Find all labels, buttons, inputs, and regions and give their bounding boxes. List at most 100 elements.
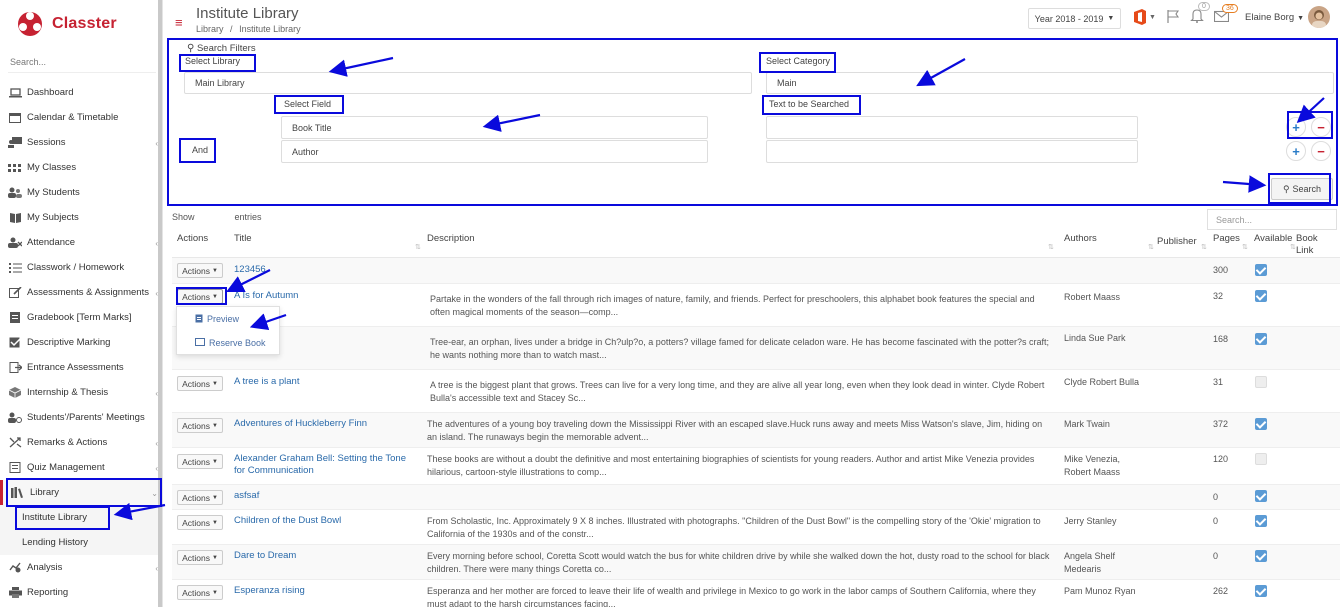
search-text-input-2[interactable] bbox=[766, 140, 1138, 163]
sort-icon[interactable]: ⇅ bbox=[1048, 243, 1054, 251]
sidebar-item-reporting[interactable]: Reporting bbox=[0, 580, 158, 605]
row-available-checkbox bbox=[1255, 585, 1267, 597]
actions-label: Actions bbox=[182, 378, 210, 389]
sidebar-item-my-students[interactable]: My Students bbox=[0, 180, 158, 205]
classes-icon bbox=[8, 162, 22, 173]
sidebar-item-label: Descriptive Marking bbox=[27, 337, 111, 348]
sidebar-item-analysis[interactable]: Analysis ‹ bbox=[0, 555, 158, 580]
col-pages[interactable]: Pages bbox=[1213, 233, 1240, 245]
row-title-link[interactable]: Esperanza rising bbox=[234, 585, 419, 597]
select-category-input[interactable]: Main bbox=[766, 72, 1334, 94]
sidebar-item-assessments[interactable]: Assessments & Assignments ‹ bbox=[0, 280, 158, 305]
row-actions-button[interactable]: Actions ▼ bbox=[177, 550, 223, 565]
mail-icon[interactable]: 36 bbox=[1213, 3, 1238, 25]
dropdown-item-reserve-book[interactable]: Reserve Book bbox=[177, 331, 279, 355]
year-select[interactable]: Year 2018 - 2019 ▼ bbox=[1028, 8, 1121, 29]
avatar[interactable] bbox=[1308, 6, 1330, 28]
row-actions-button[interactable]: Actions ▼ bbox=[177, 454, 223, 469]
laptop-icon bbox=[8, 87, 22, 98]
sidebar-item-label: Assessments & Assignments bbox=[27, 287, 149, 298]
flag-icon[interactable] bbox=[1166, 9, 1180, 26]
table-header: Actions Title ⇅ Description ⇅ Authors ⇅ … bbox=[172, 230, 1340, 258]
sidebar-item-remarks[interactable]: Remarks & Actions ‹ bbox=[0, 430, 158, 455]
row-title-link[interactable]: asfsaf bbox=[234, 490, 419, 502]
caret-down-icon: ▼ bbox=[211, 519, 218, 526]
sidebar-item-entrance-assessments[interactable]: Entrance Assessments bbox=[0, 355, 158, 380]
notification-bell-icon[interactable]: 0 bbox=[1190, 2, 1210, 26]
row-title-link[interactable]: Children of the Dust Bowl bbox=[234, 515, 419, 527]
office-icon[interactable]: ▼ bbox=[1133, 9, 1156, 25]
actions-label: Actions bbox=[182, 456, 210, 467]
col-authors[interactable]: Authors bbox=[1064, 233, 1097, 245]
sort-icon[interactable]: ⇅ bbox=[415, 243, 421, 251]
sidebar-item-meetings[interactable]: Students'/Parents' Meetings bbox=[0, 405, 158, 430]
check-icon bbox=[8, 337, 22, 348]
sidebar-item-classwork[interactable]: Classwork / Homework bbox=[0, 255, 158, 280]
sidebar-subitem-lending-history[interactable]: Lending History bbox=[0, 530, 158, 555]
row-title-link[interactable]: Alexander Graham Bell: Setting the Tone … bbox=[234, 453, 419, 477]
sidebar-search-input[interactable]: Search... bbox=[10, 57, 150, 67]
remove-row-minus-icon[interactable]: − bbox=[1311, 141, 1331, 161]
row-title-link[interactable]: 123456 bbox=[234, 264, 419, 276]
presentation-icon bbox=[8, 137, 22, 148]
col-available[interactable]: Available bbox=[1254, 233, 1292, 245]
sidebar-item-gradebook[interactable]: Gradebook [Term Marks] bbox=[0, 305, 158, 330]
row-actions-button[interactable]: Actions ▼ bbox=[177, 418, 223, 433]
sidebar-item-my-classes[interactable]: My Classes bbox=[0, 155, 158, 180]
topbar-icons: ▼ 0 36 bbox=[1133, 2, 1238, 26]
sidebar-item-my-subjects[interactable]: My Subjects bbox=[0, 205, 158, 230]
row-actions-button[interactable]: Actions ▼ bbox=[177, 585, 223, 600]
table-row: Actions ▼ Alexander Graham Bell: Setting … bbox=[172, 448, 1340, 485]
select-library-input[interactable]: Main Library bbox=[184, 72, 752, 94]
caret-down-icon: ▼ bbox=[1297, 15, 1305, 22]
row-title-link[interactable]: A tree is a plant bbox=[234, 376, 419, 388]
row-description: These books are without a doubt the defi… bbox=[427, 454, 1035, 477]
field-select-2[interactable]: Author bbox=[281, 140, 708, 163]
highlight-institute-library bbox=[15, 506, 110, 530]
quiz-icon bbox=[8, 462, 22, 473]
col-title[interactable]: Title bbox=[234, 233, 252, 245]
row-actions-button[interactable]: Actions ▼ bbox=[177, 515, 223, 530]
logo[interactable]: Classter bbox=[16, 10, 117, 38]
sidebar-item-sessions[interactable]: Sessions ‹ bbox=[0, 130, 158, 155]
search-icon: ⚲ bbox=[187, 43, 195, 54]
row-actions-button[interactable]: Actions ▼ bbox=[177, 263, 223, 278]
sidebar-item-attendance[interactable]: Attendance ‹ bbox=[0, 230, 158, 255]
sidebar-item-descriptive-marking[interactable]: Descriptive Marking bbox=[0, 330, 158, 355]
add-row-plus-icon[interactable]: + bbox=[1286, 141, 1306, 161]
sort-icon[interactable]: ⇅ bbox=[1148, 243, 1154, 251]
col-publisher[interactable]: Publisher bbox=[1157, 236, 1197, 248]
sidebar-item-calendar[interactable]: Calendar & Timetable bbox=[0, 105, 158, 130]
sort-icon[interactable]: ⇅ bbox=[1201, 243, 1207, 251]
field-select-1[interactable]: Book Title bbox=[281, 116, 708, 139]
col-actions[interactable]: Actions bbox=[177, 233, 208, 245]
table-search-input[interactable]: Search... bbox=[1207, 209, 1337, 230]
row-title-link[interactable]: A Is for Autumn bbox=[234, 290, 419, 302]
sort-icon[interactable]: ⇅ bbox=[1242, 243, 1248, 251]
row-actions-button[interactable]: Actions ▼ bbox=[177, 490, 223, 505]
search-filters-panel: ⚲ Search Filters Select Library Main Lib… bbox=[167, 38, 1338, 206]
row-title-link[interactable]: Dare to Dream bbox=[234, 550, 419, 562]
menu-toggle-icon[interactable]: ≡ bbox=[175, 15, 183, 30]
sidebar-item-internship[interactable]: Internship & Thesis ‹ bbox=[0, 380, 158, 405]
sidebar-search-underline bbox=[8, 72, 156, 73]
entries-label: entries bbox=[234, 212, 262, 222]
sidebar-item-quiz[interactable]: Quiz Management ‹ bbox=[0, 455, 158, 480]
table-row: Tree-ear, an orphan, lives under a bridg… bbox=[172, 327, 1340, 370]
col-book-link[interactable]: Book Link bbox=[1296, 233, 1322, 257]
row-authors: Angela Shelf Medearis bbox=[1064, 551, 1116, 574]
search-text-input-1[interactable] bbox=[766, 116, 1138, 139]
sort-icon[interactable]: ⇅ bbox=[1290, 243, 1296, 251]
breadcrumb-library[interactable]: Library bbox=[196, 24, 224, 34]
analysis-icon bbox=[8, 562, 22, 573]
col-description[interactable]: Description bbox=[427, 233, 475, 245]
row-authors: Linda Sue Park bbox=[1064, 333, 1126, 343]
highlight-library-nav bbox=[6, 478, 162, 507]
user-menu[interactable]: Elaine Borg ▼ bbox=[1245, 12, 1304, 23]
row-title-link[interactable]: Adventures of Huckleberry Finn bbox=[234, 418, 419, 430]
sidebar-item-dashboard[interactable]: Dashboard bbox=[0, 80, 158, 105]
row-actions-button[interactable]: Actions ▼ bbox=[177, 376, 223, 391]
caret-down-icon: ▼ bbox=[1149, 13, 1156, 21]
dropdown-item-preview[interactable]: Preview bbox=[177, 307, 279, 331]
sidebar-scrollbar[interactable] bbox=[158, 0, 162, 607]
